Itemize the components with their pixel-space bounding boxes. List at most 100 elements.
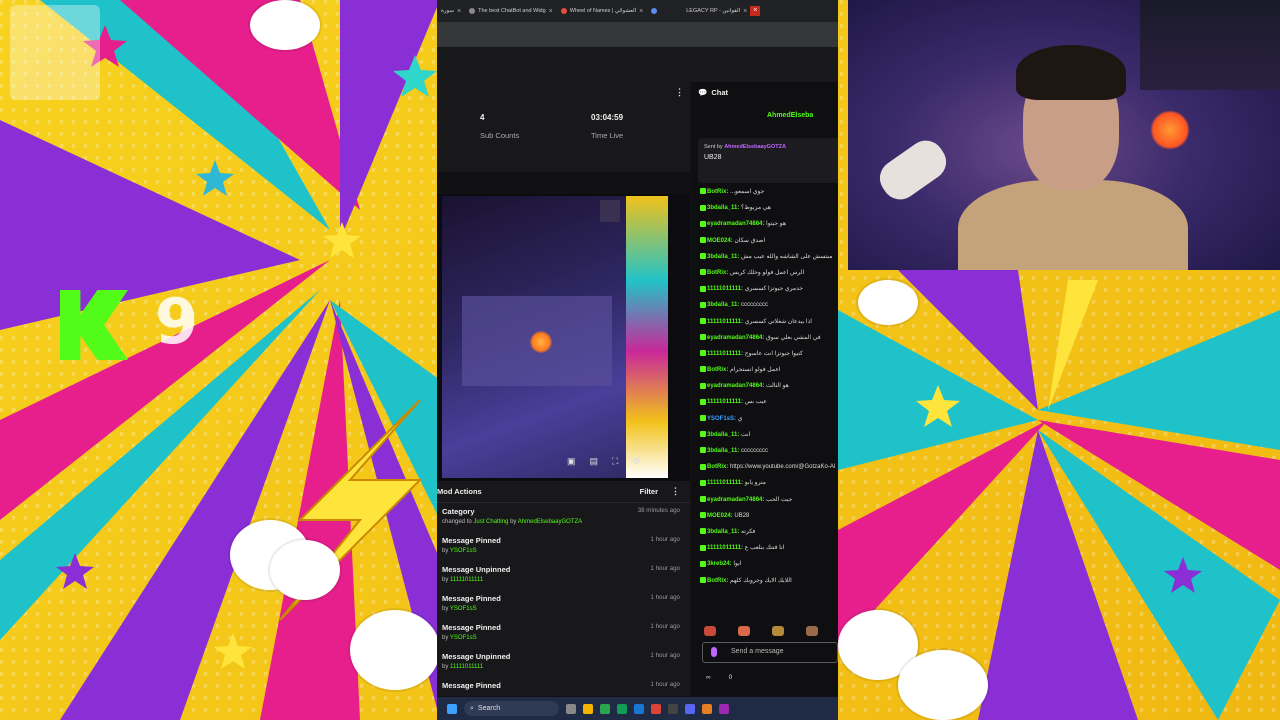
chat-message[interactable]: MOE024: اصدق سكان — [700, 233, 838, 249]
start-windows-icon[interactable] — [447, 703, 457, 714]
chat-message[interactable]: BotRix: https://www.youtube.com/@GotzaKo… — [700, 459, 838, 475]
settings-gear-icon[interactable]: ⚙ — [632, 456, 640, 467]
mod-action-user[interactable]: YSOF1sS — [450, 635, 477, 641]
chat-username[interactable]: eyadramadan74864: — [707, 383, 764, 389]
chat-username[interactable]: BotRix: — [707, 189, 728, 195]
chat-message[interactable]: 11111011111: كتيوا جيوتزا انت عاسوج — [700, 346, 838, 362]
tab-close-icon[interactable]: × — [743, 8, 747, 15]
obs-icon[interactable] — [668, 703, 678, 714]
chat-message[interactable]: 11111011111: خدمري جيوتزا كسسري — [700, 281, 838, 297]
chat-message[interactable]: BotRix: ...جوي اسمعو — [700, 184, 838, 200]
emote-icon[interactable] — [738, 626, 750, 636]
chat-username[interactable]: MOE024: — [707, 238, 733, 244]
chat-message[interactable]: 11111011111: اذا بيدعان شغلاتي كسسري — [700, 314, 838, 330]
app-icon[interactable] — [702, 703, 712, 714]
mod-actions-menu-icon[interactable]: ⋮ — [671, 486, 680, 497]
chat-message[interactable]: 11111011111: مترو يابو — [700, 475, 838, 491]
taskview-icon[interactable] — [566, 703, 576, 714]
chat-username[interactable]: 11111011111: — [707, 286, 743, 292]
tab-close-icon[interactable]: × — [639, 8, 643, 15]
address-bar[interactable] — [437, 22, 838, 47]
browser-tab[interactable]: Wheel of Names | العشوائي × — [557, 0, 647, 22]
app-icon[interactable] — [719, 703, 729, 714]
browser-tab[interactable]: The best ChatBot and Widg × — [465, 0, 557, 22]
chat-username[interactable]: 11111011111: — [707, 545, 743, 551]
emote-icon[interactable] — [704, 626, 716, 636]
mod-action-user[interactable]: 11111011111 — [450, 577, 483, 583]
chat-username[interactable]: eyadramadan74864: — [707, 497, 764, 503]
chat-message[interactable]: eyadramadan74864: جيت الحب — [700, 492, 838, 508]
chat-message[interactable]: eyadramadan74864: هو الثالث — [700, 378, 838, 394]
filter-button[interactable]: Filter — [640, 487, 658, 496]
chat-username[interactable]: 3bdalla_11: — [707, 529, 739, 535]
chat-username[interactable]: YSOF1sS: — [707, 416, 736, 422]
chat-username[interactable]: eyadramadan74864: — [707, 221, 764, 227]
browser-tab[interactable] — [647, 0, 664, 22]
mod-action-row[interactable]: Message Unpinned by 11111011111 1 hour ago — [437, 648, 690, 677]
chat-username[interactable]: 11111011111: — [707, 480, 743, 486]
chat-message[interactable]: 3bdalla_11: ccccccccc — [700, 297, 838, 313]
chat-username[interactable]: BotRix: — [707, 270, 728, 276]
chat-message-input[interactable]: Send a message — [702, 642, 838, 663]
infinity-icon[interactable]: ∞ — [706, 674, 711, 681]
app-icon[interactable] — [617, 703, 627, 714]
chat-username[interactable]: 3bdalla_11: — [707, 254, 739, 260]
emote-icon[interactable] — [772, 626, 784, 636]
stream-preview-player[interactable]: ▣ ▤ ⛶ ⚙ — [437, 194, 690, 481]
emote-picker-icon[interactable] — [711, 647, 717, 657]
chat-message[interactable]: MOE024: UB28 — [700, 508, 838, 524]
chat-message[interactable]: 3bdalla_11: ccccccccc — [700, 443, 838, 459]
window-close-icon[interactable]: × — [750, 6, 761, 16]
theater-icon[interactable]: ▤ — [590, 456, 599, 467]
fullscreen-icon[interactable]: ⛶ — [612, 456, 618, 467]
chat-message[interactable]: 3bdalla_11: مبتسش على الشاشه والله عيب م… — [700, 249, 838, 265]
chat-message[interactable]: YSOF1sS: ي — [700, 411, 838, 427]
chat-username[interactable]: BotRix: — [707, 367, 728, 373]
discord-icon[interactable] — [685, 703, 695, 714]
chrome-icon[interactable] — [651, 703, 661, 714]
mod-action-row[interactable]: Message Unpinned by 11111011111 1 hour ago — [437, 561, 690, 590]
browser-tab[interactable]: سورة × — [437, 0, 465, 22]
mod-action-row[interactable]: Category changed to Just Chatting by Ahme… — [437, 503, 690, 532]
edge-icon[interactable] — [634, 703, 644, 714]
chat-username[interactable]: BotRix: — [707, 578, 728, 584]
emote-icon[interactable] — [806, 626, 818, 636]
chat-message[interactable]: 3kreb24: ابوا — [700, 556, 838, 572]
chat-username[interactable]: MOE024: — [707, 513, 733, 519]
mod-action-user[interactable]: YSOF1sS — [450, 548, 477, 554]
chat-message[interactable]: 11111011111: انا قتتك بتلعب ع — [700, 540, 838, 556]
chat-message[interactable]: 11111011111: عيب بس — [700, 394, 838, 410]
mod-action-user[interactable]: 11111011111 — [450, 664, 483, 670]
mod-action-row[interactable]: Message Pinned by YSOF1sS 1 hour ago — [437, 619, 690, 648]
chat-username[interactable]: eyadramadan74864: — [707, 335, 764, 341]
chat-username[interactable]: BotRix: — [707, 464, 728, 470]
chat-current-user[interactable]: AhmedElseba — [767, 112, 813, 119]
chat-message[interactable]: BotRix: اللايك الايك وجروبك كلهم — [700, 573, 838, 589]
pip-icon[interactable]: ▣ — [567, 456, 576, 467]
mod-action-row[interactable]: Message Pinned by YSOF1sS 1 hour ago — [437, 590, 690, 619]
stats-menu-icon[interactable]: ⋮ — [675, 87, 684, 98]
taskbar-search[interactable]: ⌕ Search — [464, 701, 559, 716]
tab-close-icon[interactable]: × — [457, 8, 461, 15]
app-icon[interactable] — [600, 703, 610, 714]
pinned-message[interactable]: Sent by AhmedElsebaayGOTZA UB28 — [698, 138, 838, 183]
chat-username[interactable]: 3kreb24: — [707, 561, 732, 567]
chat-message[interactable]: BotRix: اعمل فولو انستجرام — [700, 362, 838, 378]
chat-username[interactable]: 3bdalla_11: — [707, 432, 739, 438]
chat-message[interactable]: 3bdalla_11: هي مزبوط؟ — [700, 200, 838, 216]
mod-action-row[interactable]: Message Pinned by YSOF1sS 1 hour ago — [437, 532, 690, 561]
mod-action-user[interactable]: AhmedElsebaayGOTZA — [518, 519, 582, 525]
chat-message[interactable]: BotRix: الرس اعمل فولو وحلك كريس — [700, 265, 838, 281]
browser-tab[interactable]: LEGACY RP - القوانين × × — [682, 0, 764, 22]
chat-username[interactable]: 3bdalla_11: — [707, 205, 739, 211]
chat-message[interactable]: eyadramadan74864: في المشي بعلي سوق — [700, 330, 838, 346]
chat-message[interactable]: eyadramadan74864: هو جيتوا — [700, 216, 838, 232]
mod-action-user[interactable]: YSOF1sS — [450, 606, 477, 612]
tab-close-icon[interactable]: × — [549, 8, 553, 15]
chat-username[interactable]: 11111011111: — [707, 399, 743, 405]
chat-username[interactable]: 11111011111: — [707, 319, 743, 325]
chat-message[interactable]: 3bdalla_11: فكرته — [700, 524, 838, 540]
file-explorer-icon[interactable] — [583, 703, 593, 714]
chat-message[interactable]: 3bdalla_11: انت — [700, 427, 838, 443]
chat-username[interactable]: 3bdalla_11: — [707, 448, 739, 454]
